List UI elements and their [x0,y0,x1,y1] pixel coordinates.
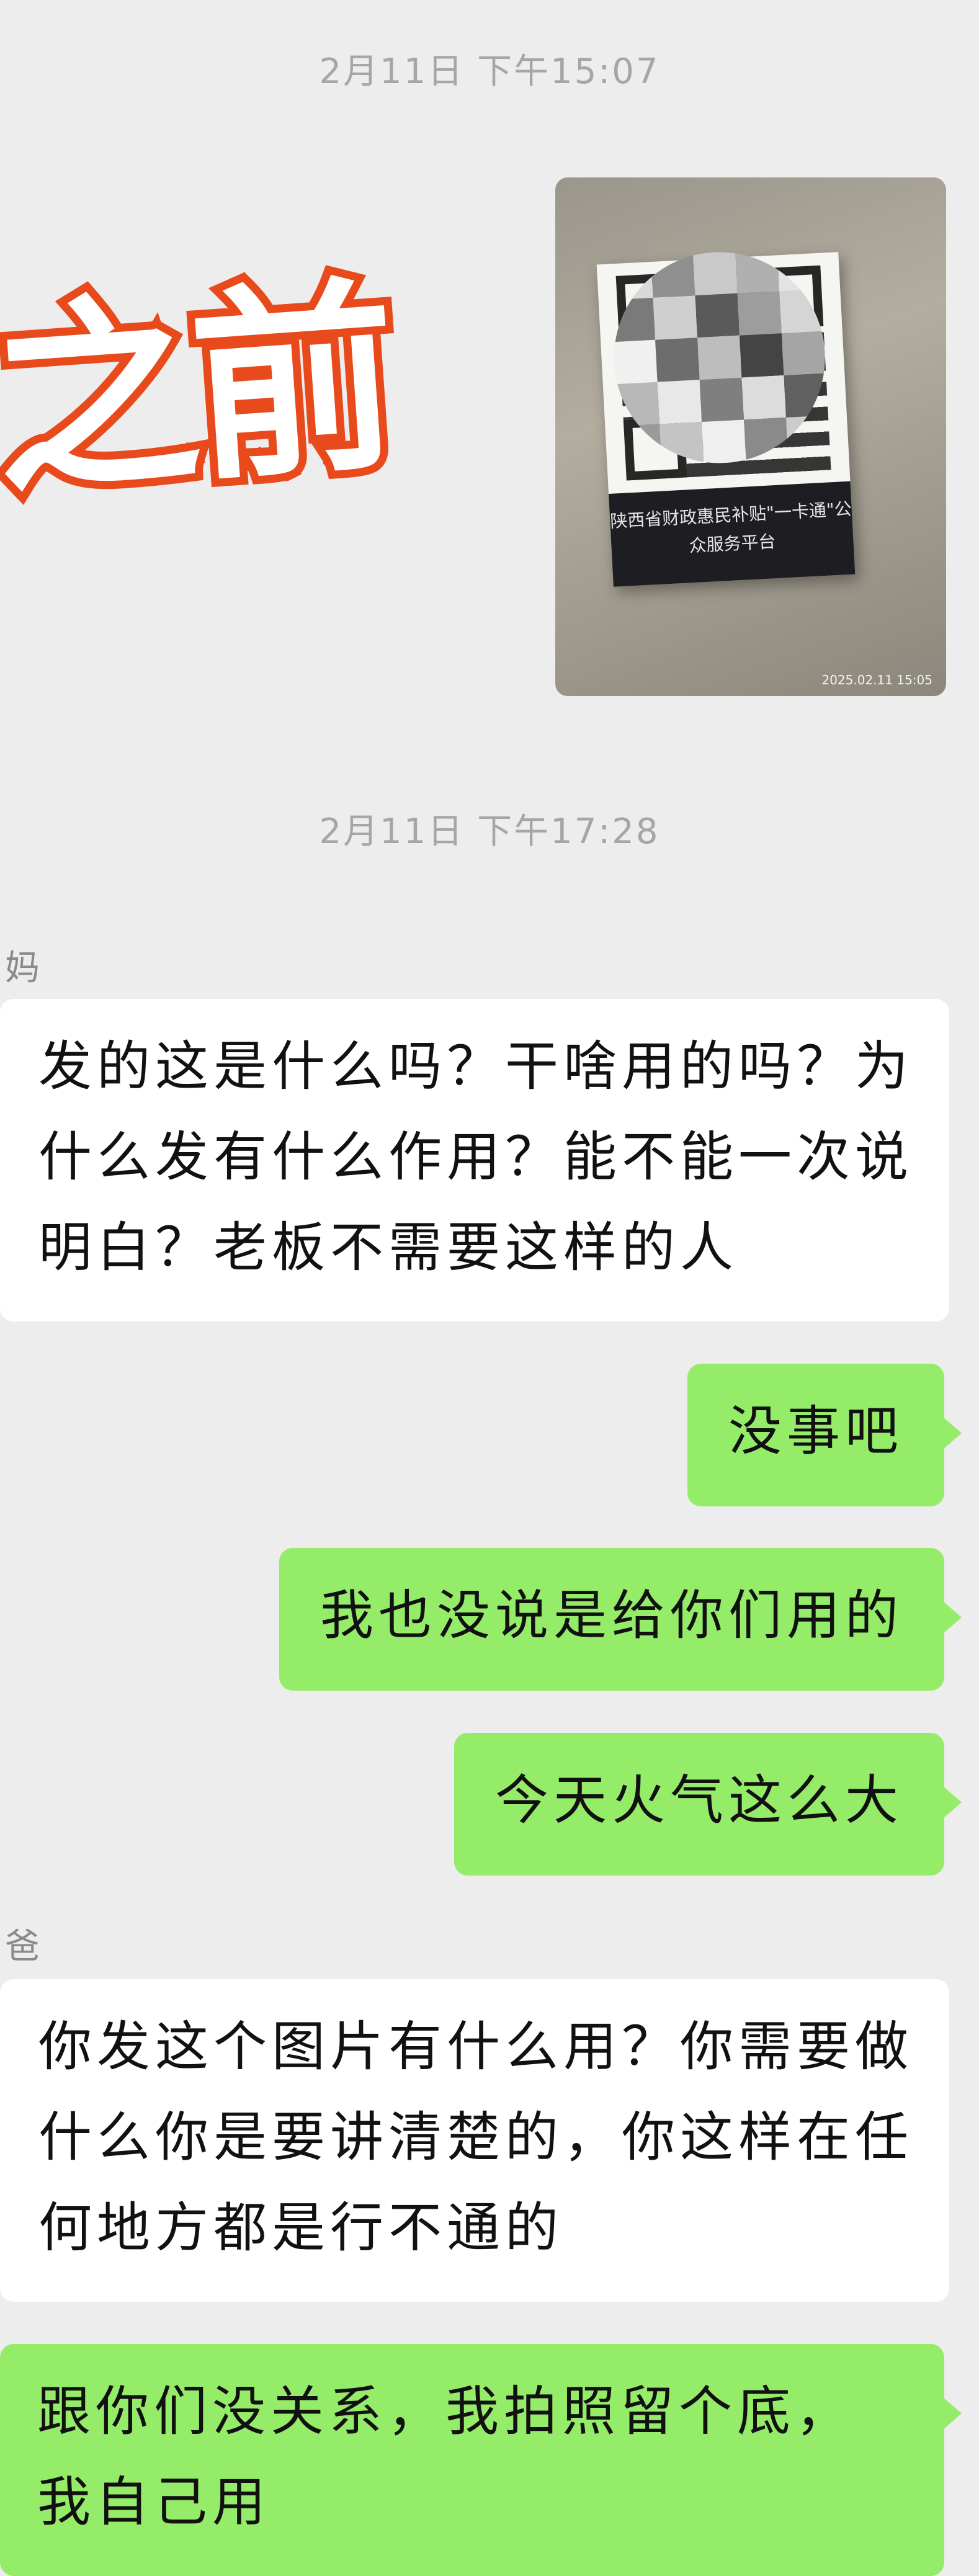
sent-photo[interactable]: 陕西省财政惠民补贴"一卡通"公众服务平台 2025.02.11 15:05 [555,177,946,696]
message-bubble-outgoing[interactable]: 我也没说是给你们用的 [279,1548,962,1691]
message-bubble-outgoing[interactable]: 跟你们没关系，我拍照留个底，我自己用 [0,2344,962,2576]
card-caption: 陕西省财政惠民补贴"一卡通"公众服务平台 [609,481,856,587]
sender-name: 爸 [5,1926,40,1967]
message-bubble-incoming[interactable]: 发的这是什么吗？干啥用的吗？为什么发有什么作用？能不能一次说明白？老板不需要这样… [0,999,949,1322]
timestamp: 2月11日 下午15:07 [319,51,660,92]
photo-timestamp: 2025.02.11 15:05 [821,673,932,687]
overlay-text: 之前 [0,250,407,532]
timestamp: 2月11日 下午17:28 [319,812,660,852]
qr-card: 陕西省财政惠民补贴"一卡通"公众服务平台 [596,246,856,587]
message-bubble-outgoing[interactable]: 没事吧 [687,1364,962,1506]
message-bubble-outgoing[interactable]: 今天火气这么大 [454,1733,962,1876]
message-bubble-incoming[interactable]: 你发这个图片有什么用？你需要做什么你是要讲清楚的，你这样在任何地方都是行不通的 [0,1979,949,2302]
sender-name: 妈 [5,948,40,988]
